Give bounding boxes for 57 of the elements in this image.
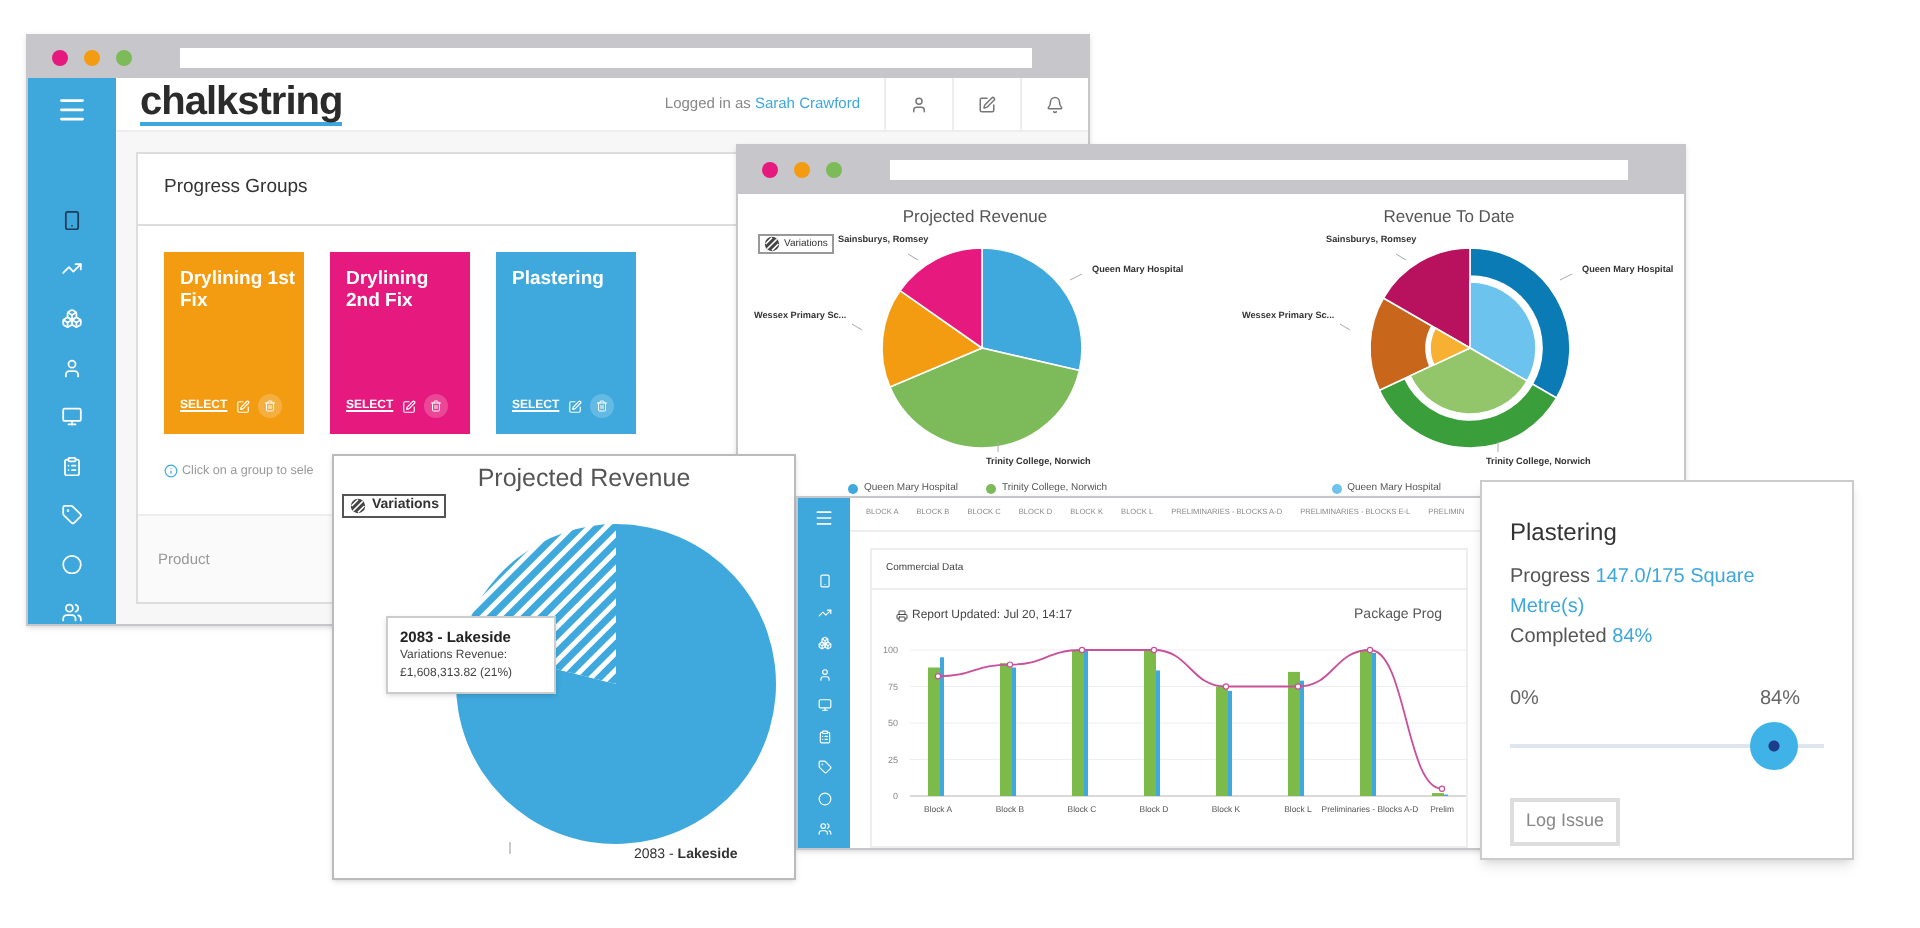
user-icon[interactable]: [60, 357, 84, 379]
team-icon[interactable]: [817, 822, 831, 836]
menu-icon[interactable]: [814, 508, 834, 528]
delete-button[interactable]: [589, 394, 614, 418]
printer-icon: [896, 610, 908, 623]
team-icon[interactable]: [60, 602, 84, 624]
logo: chalkstring: [140, 82, 343, 126]
slider-value-label: 84%: [1759, 686, 1802, 714]
boxes-icon[interactable]: [60, 308, 84, 330]
leader-line: [1339, 323, 1351, 330]
user-icon[interactable]: [817, 667, 831, 681]
leader-line: [907, 253, 919, 260]
clipboard-icon[interactable]: [60, 455, 84, 477]
group-name: Plastering: [512, 268, 606, 290]
leader-line: [851, 323, 863, 330]
completed-text: Completed 84%: [1510, 624, 1655, 652]
slider-min-label: 0%: [1510, 686, 1539, 714]
menu-icon[interactable]: [54, 94, 90, 126]
edit-icon[interactable]: [978, 95, 996, 113]
leader-line: [1395, 253, 1407, 260]
delete-button[interactable]: [423, 394, 448, 418]
bell-icon[interactable]: [1046, 95, 1064, 113]
striped-circle-icon: [350, 498, 366, 514]
info-icon: [164, 464, 178, 479]
leader-line: [1069, 273, 1083, 280]
leader-line: [509, 841, 511, 855]
trash-icon: [595, 400, 608, 412]
monitor-icon[interactable]: [60, 406, 84, 428]
address-bar[interactable]: [180, 47, 1032, 67]
panel-title: Progress Groups: [164, 174, 308, 203]
delete-button[interactable]: [257, 394, 282, 418]
card-title: Plastering: [1510, 516, 1619, 550]
tag-icon[interactable]: [817, 760, 831, 774]
circle-icon[interactable]: [60, 553, 84, 575]
chart-title: Projected Revenue: [902, 204, 1048, 230]
leader-line: [1559, 273, 1573, 280]
trash-icon: [429, 400, 442, 412]
boxes-icon[interactable]: [817, 636, 831, 650]
profile-icon[interactable]: [910, 95, 928, 113]
trash-icon: [263, 400, 276, 412]
tag-icon[interactable]: [60, 504, 84, 526]
chart-title: Revenue To Date: [1383, 204, 1515, 230]
clipboard-icon[interactable]: [817, 729, 831, 743]
leader-line: [997, 441, 999, 452]
monitor-icon[interactable]: [817, 698, 831, 712]
chart-icon[interactable]: [817, 605, 831, 619]
leader-line: [1497, 441, 1499, 452]
group-name: Drylining 1st Fix: [180, 268, 296, 312]
chart-title: Projected Revenue: [475, 462, 691, 496]
striped-circle-icon: [764, 236, 780, 252]
group-name: Drylining 2nd Fix: [346, 268, 431, 312]
log-issue-button[interactable]: Log Issue: [1510, 798, 1621, 845]
circle-icon[interactable]: [817, 791, 831, 805]
tablet-icon[interactable]: [817, 574, 831, 588]
slider-thumb[interactable]: [1749, 722, 1798, 770]
tablet-icon[interactable]: [60, 209, 84, 231]
progress-text: Progress 147.0/175 Square Metre(s): [1510, 564, 1757, 622]
